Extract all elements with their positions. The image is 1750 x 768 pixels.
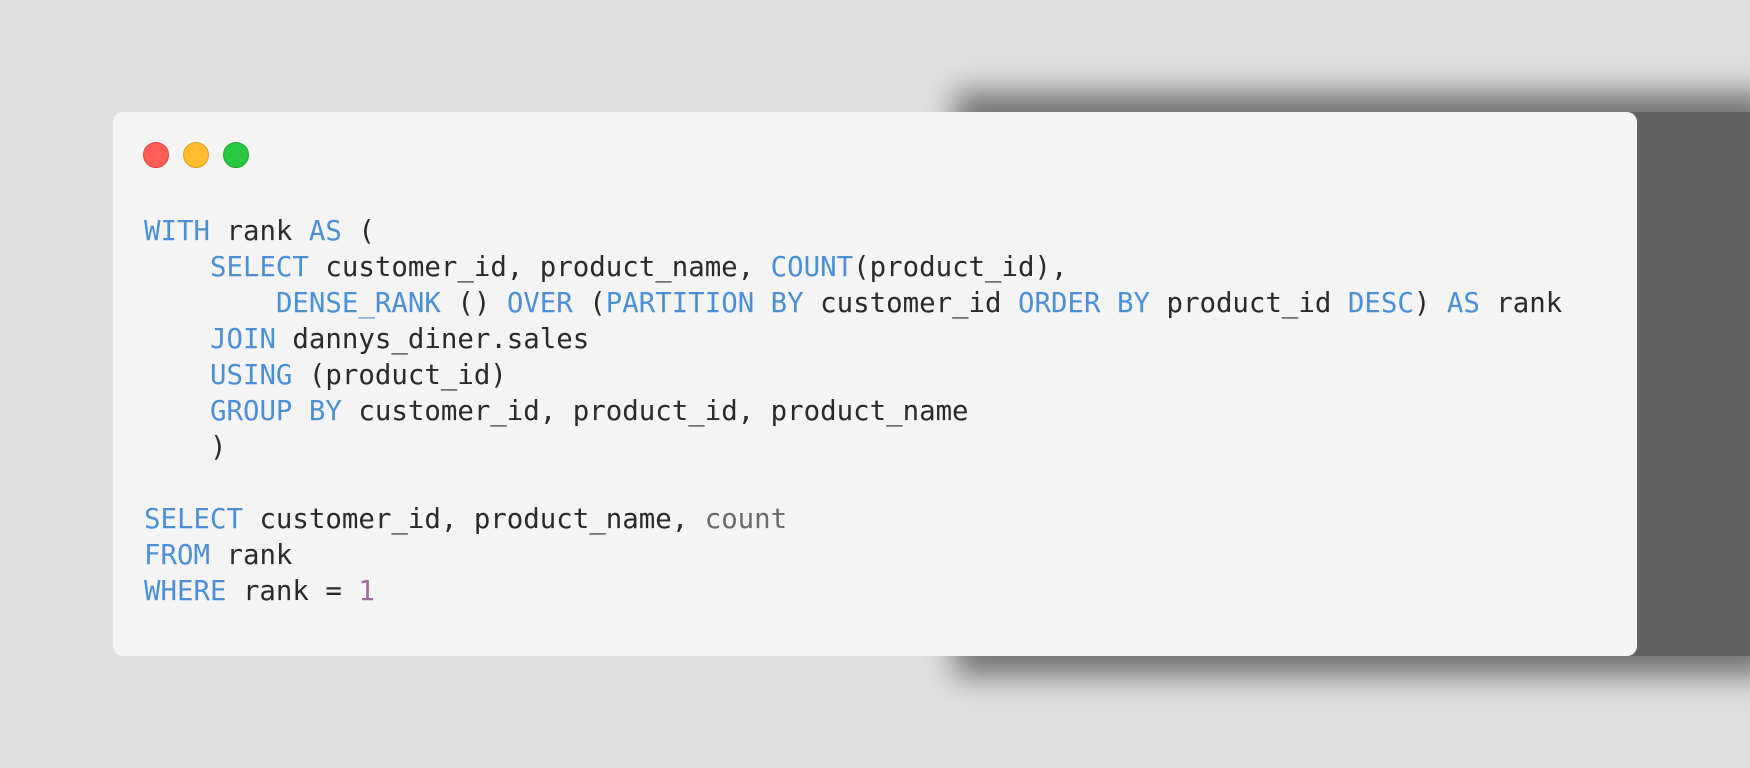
code-token-text: () xyxy=(440,288,507,319)
code-token-keyword: SELECT xyxy=(209,252,309,283)
code-line: WHERE rank = 1 xyxy=(144,574,1562,610)
code-token-keyword: OVER xyxy=(506,288,573,319)
code-token-keyword: DESC xyxy=(1347,288,1414,319)
code-token-text: customer_id, product_name, xyxy=(242,504,705,535)
code-token-keyword: USING xyxy=(209,360,293,391)
code-token-text: rank xyxy=(209,216,309,247)
code-token-keyword: DENSE_RANK xyxy=(275,288,441,319)
code-token-keyword: WITH xyxy=(144,216,210,247)
code-line: ) xyxy=(144,430,1562,466)
code-token-text: ) xyxy=(1413,288,1447,319)
code-line: SELECT customer_id, product_name, count xyxy=(144,502,1562,538)
code-token-keyword: SELECT xyxy=(144,504,243,535)
code-token-text: rank = xyxy=(226,576,359,607)
code-token-text: (product_id) xyxy=(292,360,507,391)
code-token-text: rank xyxy=(1479,288,1563,319)
code-token-number: 1 xyxy=(358,576,375,607)
zoom-button[interactable] xyxy=(223,142,249,168)
code-token-keyword: AS xyxy=(308,216,342,247)
code-token-keyword: FROM xyxy=(144,540,210,571)
code-window: WITH rank AS ( SELECT customer_id, produ… xyxy=(113,112,1637,656)
close-button[interactable] xyxy=(143,142,169,168)
code-block: WITH rank AS ( SELECT customer_id, produ… xyxy=(144,214,1562,610)
code-token-keyword: COUNT xyxy=(770,252,854,283)
code-token-text: customer_id, product_id, product_name xyxy=(341,396,969,427)
code-token-keyword: JOIN xyxy=(209,324,276,355)
minimize-button[interactable] xyxy=(183,142,209,168)
code-line: GROUP BY customer_id, product_id, produc… xyxy=(144,394,1562,430)
code-token-text: product_id xyxy=(1149,288,1348,319)
code-token-keyword: PARTITION BY xyxy=(605,288,804,319)
code-line: DENSE_RANK () OVER (PARTITION BY custome… xyxy=(144,286,1562,322)
code-line: FROM rank xyxy=(144,538,1562,574)
code-token-keyword: AS xyxy=(1446,288,1480,319)
code-token-text: (product_id), xyxy=(853,252,1068,283)
code-line: WITH rank AS ( xyxy=(144,214,1562,250)
code-line: JOIN dannys_diner.sales xyxy=(144,322,1562,358)
code-token-text: rank xyxy=(209,540,293,571)
code-token-text: ) xyxy=(144,432,227,463)
code-token-text: dannys_diner.sales xyxy=(275,324,590,355)
code-line: SELECT customer_id, product_name, COUNT(… xyxy=(144,250,1562,286)
code-token-text: customer_id xyxy=(803,288,1019,319)
code-token-text: ( xyxy=(341,216,375,247)
code-token-keyword: WHERE xyxy=(144,576,227,607)
code-line: USING (product_id) xyxy=(144,358,1562,394)
code-token-text: ( xyxy=(572,288,606,319)
code-token-text: customer_id, product_name, xyxy=(308,252,771,283)
code-token-dim: count xyxy=(704,504,788,535)
code-token-keyword: ORDER BY xyxy=(1018,288,1150,319)
code-token-keyword: GROUP BY xyxy=(209,396,342,427)
